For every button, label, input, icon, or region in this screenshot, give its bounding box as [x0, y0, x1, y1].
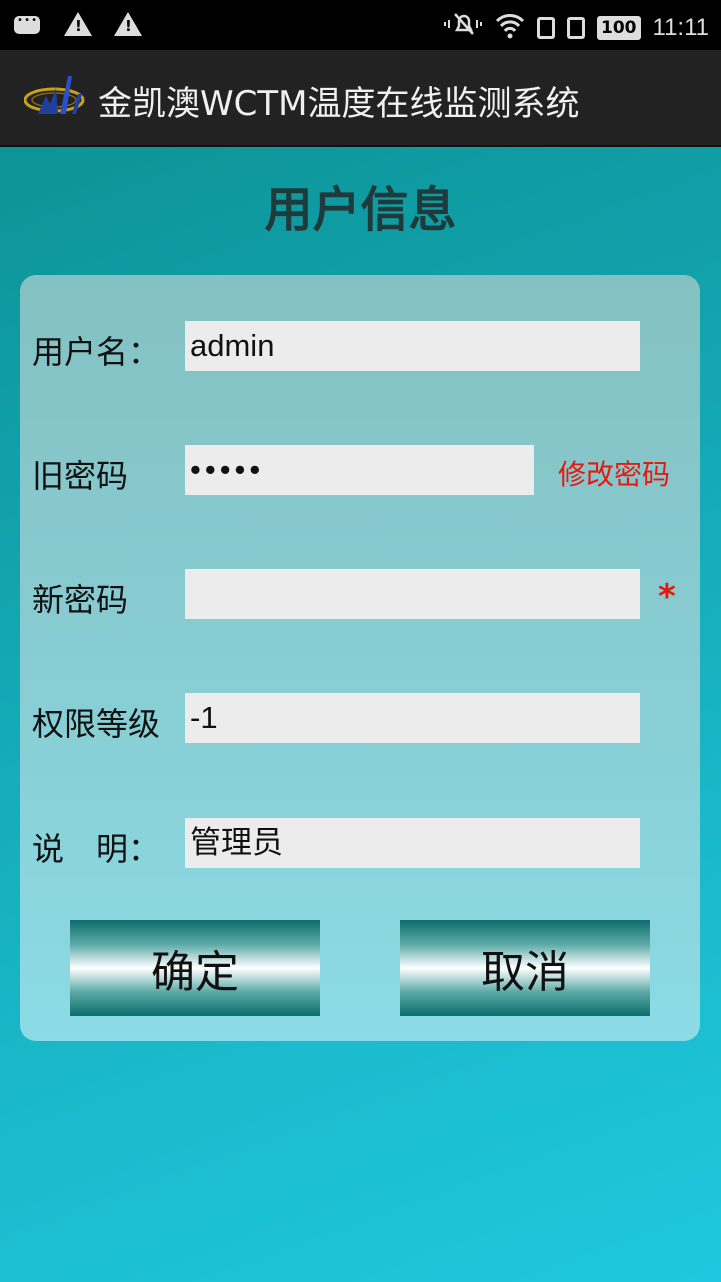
app-title: 金凯澳WCTM温度在线监测系统	[98, 84, 580, 124]
username-input[interactable]	[185, 321, 640, 371]
permission-level-input[interactable]	[185, 693, 640, 743]
notification-icons: ! !	[14, 12, 142, 38]
description-label: 说 明：	[32, 830, 161, 868]
confirm-button[interactable]: 确定	[70, 920, 320, 1016]
username-label: 用户名：	[32, 333, 161, 371]
old-password-label: 旧密码	[32, 457, 129, 495]
sim-card-icon	[567, 17, 585, 39]
mute-icon	[443, 10, 483, 46]
description-input[interactable]	[185, 818, 640, 868]
new-password-input[interactable]	[185, 569, 640, 619]
app-bar: 金凯澳WCTM温度在线监测系统	[0, 50, 721, 147]
change-password-link[interactable]: 修改密码	[558, 453, 670, 493]
required-marker: *	[658, 577, 676, 617]
status-bar: ! ! 100 11:11	[0, 0, 721, 50]
clock: 11:11	[652, 14, 710, 41]
battery-icon: 100	[597, 16, 641, 40]
message-icon	[14, 12, 42, 38]
app-logo-icon	[23, 74, 90, 122]
warning-icon: !	[114, 12, 142, 38]
warning-icon: !	[64, 12, 92, 38]
old-password-input[interactable]: •••••	[185, 445, 534, 495]
sim-card-icon	[537, 17, 555, 39]
wifi-icon	[495, 13, 525, 43]
new-password-label: 新密码	[32, 581, 129, 619]
cancel-button[interactable]: 取消	[400, 920, 650, 1016]
page-title: 用户信息	[264, 182, 457, 238]
permission-level-label: 权限等级	[32, 705, 161, 743]
user-info-panel: 用户名： 旧密码 ••••• 修改密码 新密码 * 权限等级 说 明： 确定 取…	[20, 275, 700, 1041]
system-icons: 100 11:11	[443, 10, 709, 46]
